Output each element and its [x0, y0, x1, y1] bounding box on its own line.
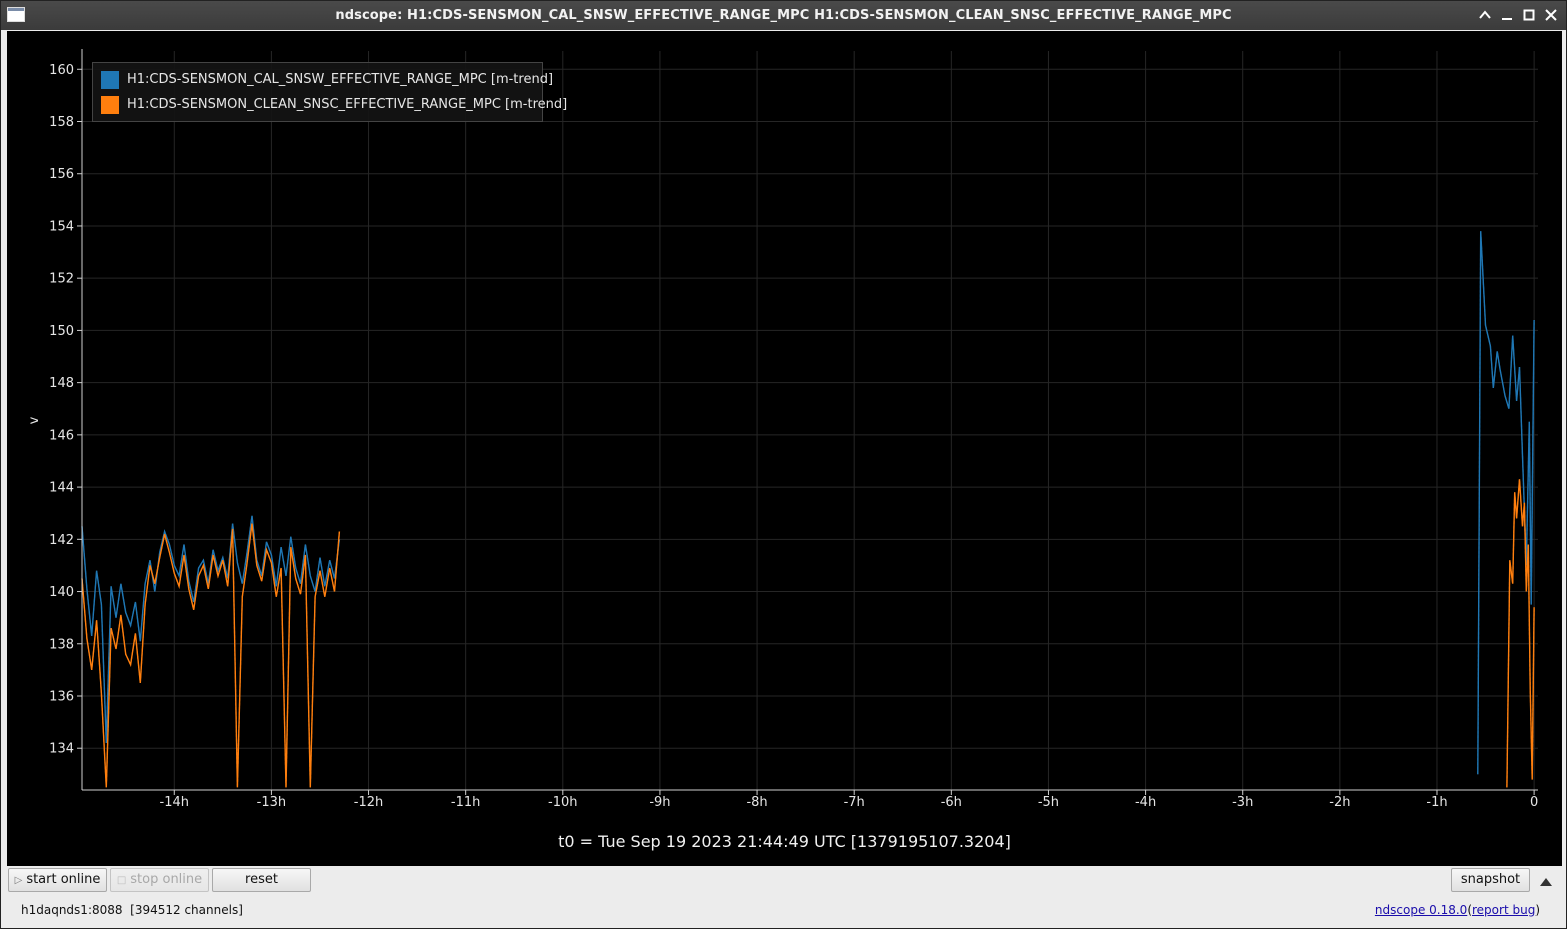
version-link[interactable]: ndscope 0.18.0: [1375, 903, 1467, 917]
y-axis-label: v: [27, 416, 42, 424]
start-online-button[interactable]: ▷ start online: [8, 868, 107, 892]
y-tick-label: 154: [49, 219, 74, 234]
y-tick-label: 158: [49, 115, 74, 130]
x-tick-label: -12h: [354, 795, 383, 810]
window-title: ndscope: H1:CDS-SENSMON_CAL_SNSW_EFFECTI…: [335, 8, 1232, 23]
keep-above-icon[interactable]: [1477, 7, 1493, 23]
y-tick-label: 156: [49, 167, 74, 182]
report-bug-link[interactable]: report bug: [1472, 903, 1535, 917]
close-icon[interactable]: [1543, 7, 1559, 23]
tick-labels: -14h -13h -12h -11h -10h -9h -8h -7h -6h -5h -4h -3…: [27, 63, 1538, 810]
y-tick-label: 142: [49, 533, 74, 548]
y-tick-label: 148: [49, 376, 74, 391]
stop-icon: □: [116, 875, 127, 886]
y-tick-label: 160: [49, 63, 74, 78]
series-envelope-0: [81, 515, 340, 744]
series-lines: [81, 231, 1535, 788]
t0-label: t0 = Tue Sep 19 2023 21:44:49 UTC [13791…: [558, 832, 1011, 851]
plot-area[interactable]: -14h -13h -12h -11h -10h -9h -8h -7h -6h -5h -4h -3…: [7, 31, 1562, 866]
plot-legend[interactable]: H1:CDS-SENSMON_CAL_SNSW_EFFECTIVE_RANGE_…: [92, 62, 567, 122]
y-tick-label: 152: [49, 272, 74, 287]
x-tick-label: -14h: [160, 795, 189, 810]
x-tick-label: 0: [1530, 795, 1538, 810]
x-tick-label: -5h: [1038, 795, 1059, 810]
ndscope-window: ndscope: H1:CDS-SENSMON_CAL_SNSW_EFFECTI…: [0, 0, 1567, 929]
paren-close: ): [1535, 903, 1540, 917]
x-tick-label: -11h: [451, 795, 480, 810]
series-envelope-0: [1477, 231, 1535, 775]
series-line-0: [81, 515, 341, 744]
y-tick-label: 146: [49, 428, 74, 443]
y-tick-label: 134: [49, 742, 74, 757]
x-tick-label: -3h: [1232, 795, 1253, 810]
legend-swatch-blue: [101, 71, 119, 89]
y-tick-label: 136: [49, 689, 74, 704]
snapshot-button[interactable]: snapshot: [1451, 868, 1530, 892]
x-tick-label: -10h: [548, 795, 577, 810]
bottom-toolbar: ▷ start online □ stop online reset snapsho…: [1, 866, 1566, 928]
y-tick-label: 150: [49, 324, 74, 339]
connection-status: h1daqnds1:8088 [394512 channels]: [21, 903, 243, 917]
play-icon: ▷: [14, 875, 23, 886]
x-tick-label: -6h: [941, 795, 962, 810]
x-tick-label: -1h: [1426, 795, 1447, 810]
version-info: ndscope 0.18.0(report bug): [1375, 903, 1540, 917]
legend-label: H1:CDS-SENSMON_CLEAN_SNSC_EFFECTIVE_RANG…: [127, 97, 568, 112]
stop-online-label: stop online: [130, 872, 203, 887]
y-tick-label: 138: [49, 637, 74, 652]
legend-label: H1:CDS-SENSMON_CAL_SNSW_EFFECTIVE_RANGE_…: [127, 72, 554, 87]
minimize-icon[interactable]: [1499, 7, 1515, 23]
start-online-label: start online: [26, 872, 101, 887]
trend-plot[interactable]: -14h -13h -12h -11h -10h -9h -8h -7h -6h -5h -4h -3…: [7, 31, 1562, 866]
x-tick-label: -4h: [1135, 795, 1156, 810]
y-tick-label: 144: [49, 481, 74, 496]
reset-button[interactable]: reset: [212, 868, 311, 892]
maximize-icon[interactable]: [1521, 7, 1537, 23]
x-tick-label: -9h: [649, 795, 670, 810]
grid-lines: [82, 51, 1538, 790]
x-tick-label: -7h: [844, 795, 865, 810]
legend-swatch-orange: [101, 96, 119, 114]
stop-online-button[interactable]: □ stop online: [110, 868, 209, 892]
series-line-0: [1477, 231, 1535, 775]
title-bar[interactable]: ndscope: H1:CDS-SENSMON_CAL_SNSW_EFFECTI…: [1, 1, 1566, 30]
x-tick-label: -2h: [1329, 795, 1350, 810]
x-tick-label: -13h: [257, 795, 286, 810]
y-tick-label: 140: [49, 585, 74, 600]
x-tick-label: -8h: [746, 795, 767, 810]
collapse-arrow-icon[interactable]: [1538, 874, 1554, 888]
plot-axes: [77, 49, 1538, 795]
